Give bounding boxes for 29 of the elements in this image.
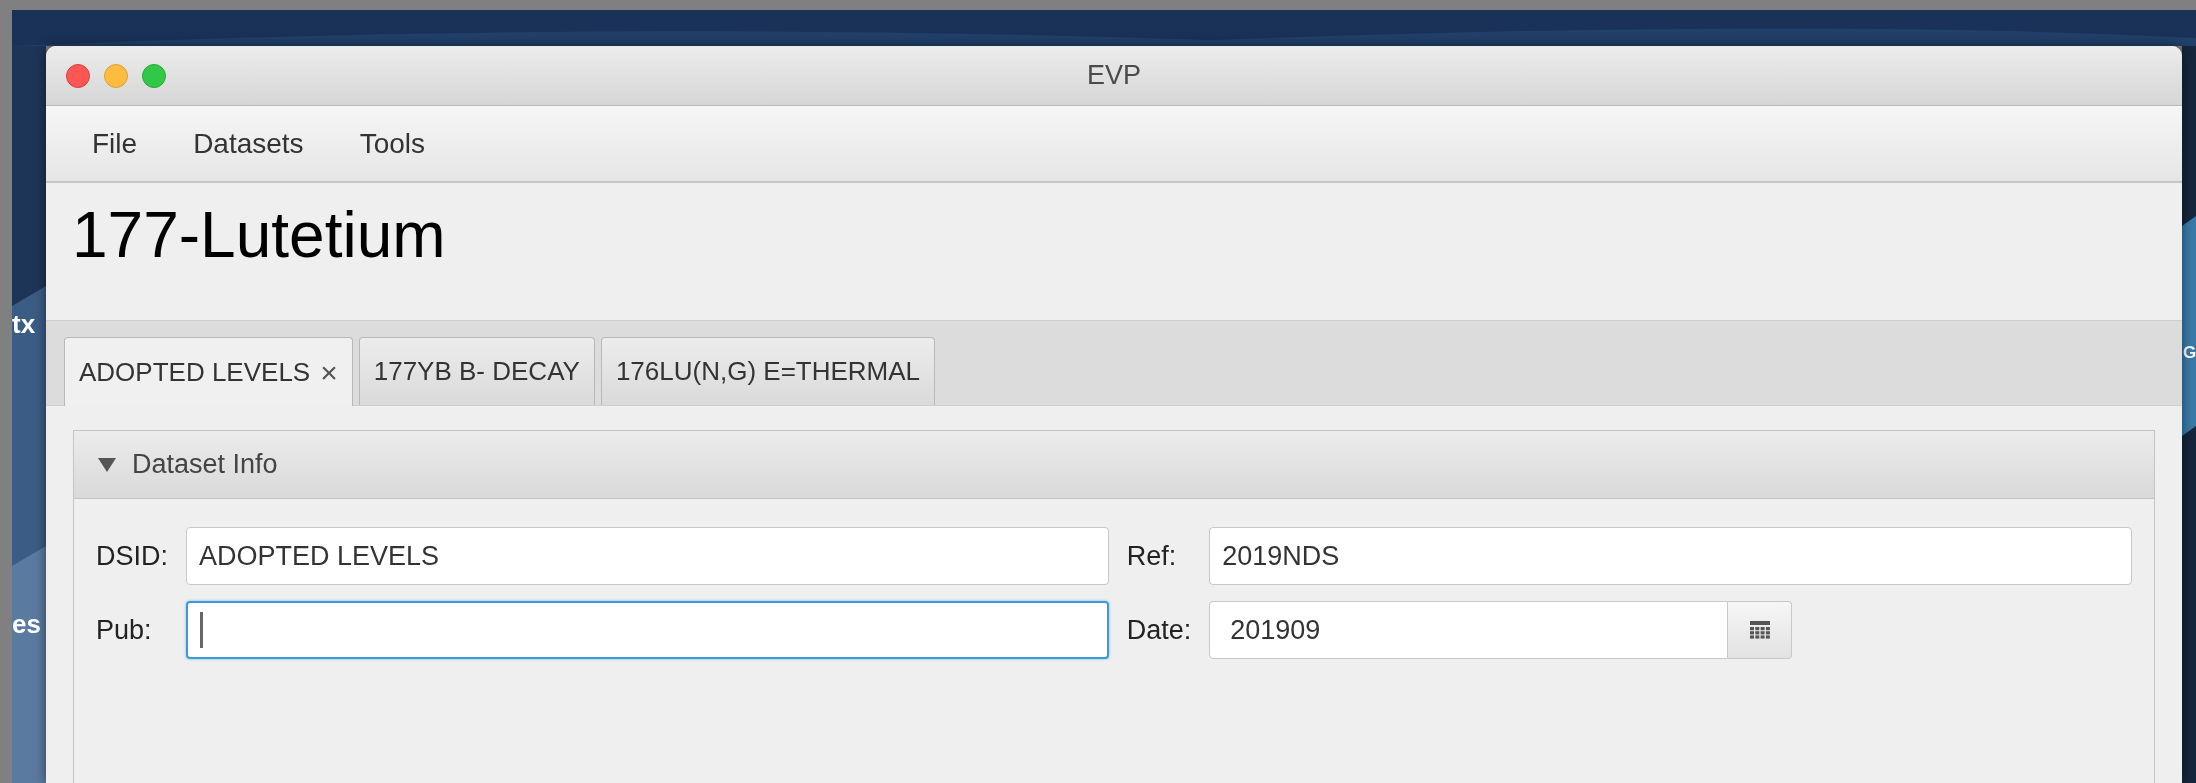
desktop-icon-label: G: [2183, 342, 2196, 364]
field-label: Date:: [1126, 613, 1192, 647]
field-label: DSID:: [96, 539, 168, 573]
input-field[interactable]: [186, 601, 1109, 659]
calendar-icon: [1749, 621, 1770, 639]
desktop-icon-label: es: [12, 608, 41, 641]
tab[interactable]: ADOPTED LEVELS ×: [64, 337, 353, 406]
calendar-button[interactable]: [1728, 601, 1792, 659]
minimize-button[interactable]: [104, 64, 128, 88]
section-header[interactable]: Dataset Info: [74, 431, 2154, 499]
tab[interactable]: 176LU(N,G) E=THERMAL: [600, 337, 936, 405]
tab[interactable]: 177YB B- DECAY: [358, 337, 595, 405]
input-field[interactable]: 201909: [1209, 601, 1728, 659]
menu-item[interactable]: Datasets: [171, 122, 326, 165]
menu-item[interactable]: Tools: [337, 122, 447, 165]
input-field[interactable]: 2019NDS: [1209, 527, 2132, 585]
window-title: EVP: [1087, 59, 1141, 93]
text-cursor: [200, 612, 203, 648]
triangle-down-icon: [98, 457, 116, 472]
input-field[interactable]: ADOPTED LEVELS: [186, 527, 1109, 585]
menu-item[interactable]: File: [70, 122, 160, 165]
desktop-icon-label: tx: [12, 308, 36, 341]
section-title: Dataset Info: [132, 448, 278, 482]
page-heading: 177-Lutetium: [72, 199, 446, 271]
zoom-button[interactable]: [142, 64, 166, 88]
field-label: Pub:: [96, 613, 153, 647]
field-label: Ref:: [1126, 539, 1178, 573]
close-tab-button[interactable]: ×: [320, 349, 338, 395]
close-button[interactable]: [66, 64, 90, 88]
